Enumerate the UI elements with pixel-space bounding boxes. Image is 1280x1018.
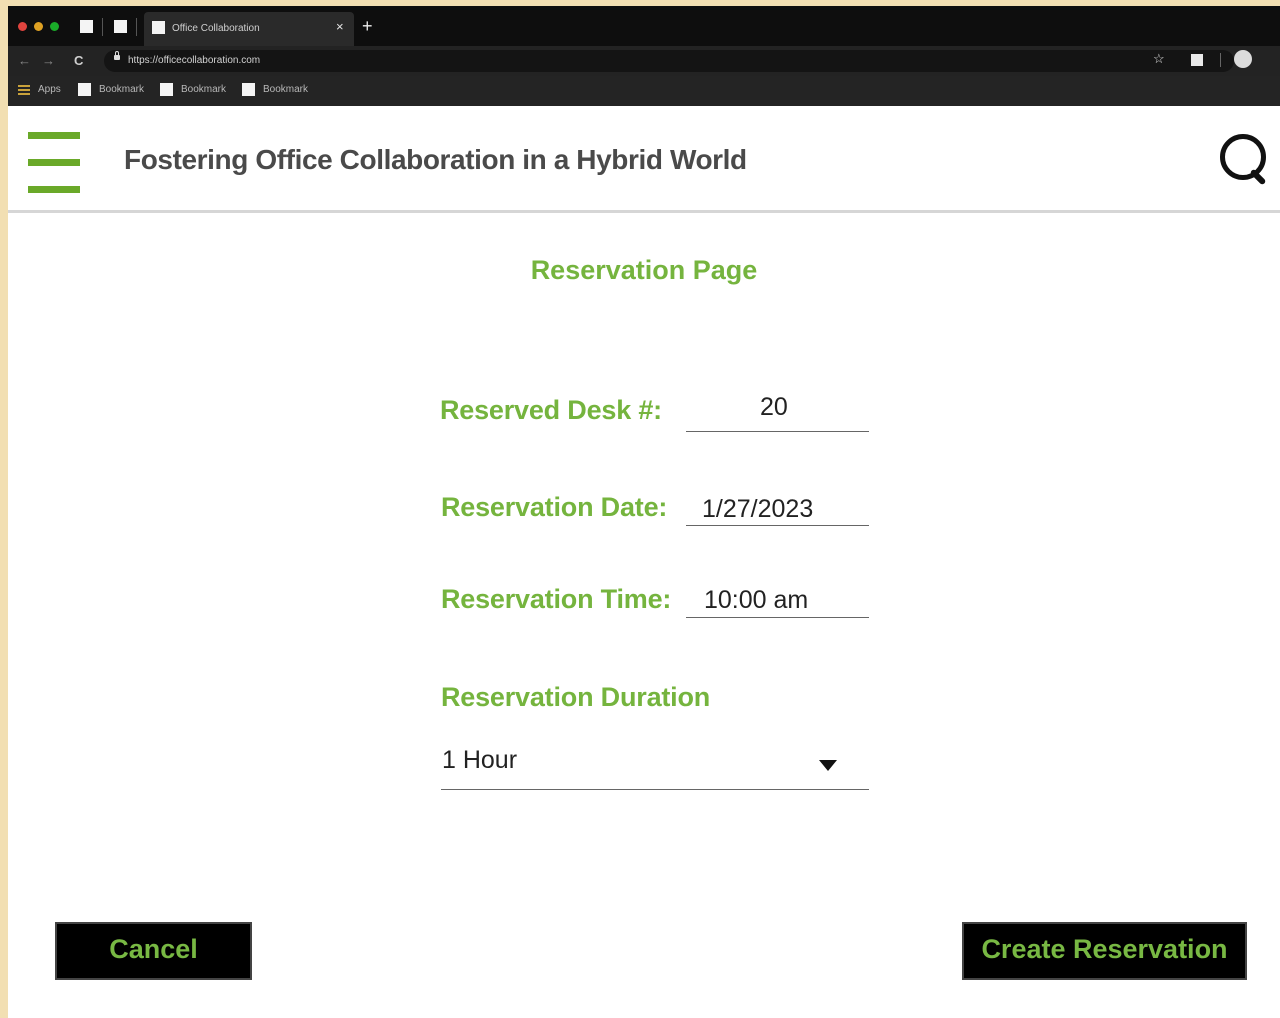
bookmarks-bar: Apps Bookmark Bookmark Bookmark xyxy=(8,76,1280,106)
desk-number-underline xyxy=(686,431,869,432)
reload-icon[interactable]: C xyxy=(74,53,83,68)
reservation-time-input[interactable]: 10:00 am xyxy=(704,586,808,615)
desk-number-label: Reserved Desk #: xyxy=(440,395,662,425)
apps-grid-icon[interactable] xyxy=(18,85,30,95)
extension-icon[interactable] xyxy=(1191,54,1203,66)
desk-number-input[interactable]: 20 xyxy=(760,393,788,422)
create-reservation-button[interactable]: Create Reservation xyxy=(962,922,1247,980)
page-title: Reservation Page xyxy=(530,255,758,285)
maximize-window-dot[interactable] xyxy=(50,22,59,31)
bookmark-item[interactable]: Bookmark xyxy=(99,84,144,95)
reservation-duration-underline xyxy=(441,789,869,790)
tab-placeholder-icon[interactable] xyxy=(80,20,93,33)
address-bar[interactable]: https://officecollaboration.com xyxy=(104,50,1234,72)
browser-chrome: Office Collaboration × + ← → C https://o… xyxy=(8,6,1280,106)
tab-placeholder-icon[interactable] xyxy=(114,20,127,33)
profile-avatar-icon[interactable] xyxy=(1234,50,1252,68)
url-text[interactable]: https://officecollaboration.com xyxy=(128,55,260,66)
tab-separator xyxy=(136,18,137,36)
hamburger-menu-icon[interactable] xyxy=(28,132,82,194)
bookmark-icon xyxy=(242,83,255,96)
back-arrow-icon[interactable]: ← xyxy=(18,53,31,68)
new-tab-icon[interactable]: + xyxy=(362,16,373,36)
app-header: Fostering Office Collaboration in a Hybr… xyxy=(8,106,1280,213)
reservation-time-label: Reservation Time: xyxy=(441,584,672,614)
reservation-time-underline xyxy=(686,617,869,618)
address-row: ← → C https://officecollaboration.com xyxy=(8,46,1280,76)
tab-separator xyxy=(102,18,103,36)
close-window-dot[interactable] xyxy=(18,22,27,31)
bookmark-item[interactable]: Bookmark xyxy=(181,84,226,95)
bookmark-item[interactable]: Bookmark xyxy=(263,84,308,95)
bookmark-icon xyxy=(160,83,173,96)
forward-arrow-icon[interactable]: → xyxy=(42,53,55,68)
reservation-date-underline xyxy=(686,525,869,526)
tab-favicon-icon xyxy=(152,21,165,34)
chevron-down-icon[interactable] xyxy=(819,760,837,771)
toolbar-separator xyxy=(1220,53,1221,67)
bookmark-apps[interactable]: Apps xyxy=(38,84,61,95)
browser-window: Office Collaboration × + ← → C https://o… xyxy=(8,6,1280,1018)
reservation-duration-select[interactable]: 1 Hour xyxy=(442,746,517,775)
bookmark-icon xyxy=(78,83,91,96)
search-icon[interactable] xyxy=(1218,132,1274,188)
reservation-duration-label: Reservation Duration xyxy=(441,682,711,712)
lock-icon xyxy=(114,51,120,60)
reservation-date-label: Reservation Date: xyxy=(441,492,668,522)
tab-bar: Office Collaboration × + xyxy=(8,6,1280,46)
cancel-button[interactable]: Cancel xyxy=(55,922,252,980)
tab-office-collaboration[interactable]: Office Collaboration × xyxy=(144,12,354,46)
app-title: Fostering Office Collaboration in a Hybr… xyxy=(124,144,747,175)
minimize-window-dot[interactable] xyxy=(34,22,43,31)
tab-close-icon[interactable]: × xyxy=(336,19,344,34)
bookmark-star-icon[interactable]: ☆ xyxy=(1153,51,1165,67)
reservation-date-input[interactable]: 1/27/2023 xyxy=(702,495,813,524)
tab-title: Office Collaboration xyxy=(172,23,260,34)
